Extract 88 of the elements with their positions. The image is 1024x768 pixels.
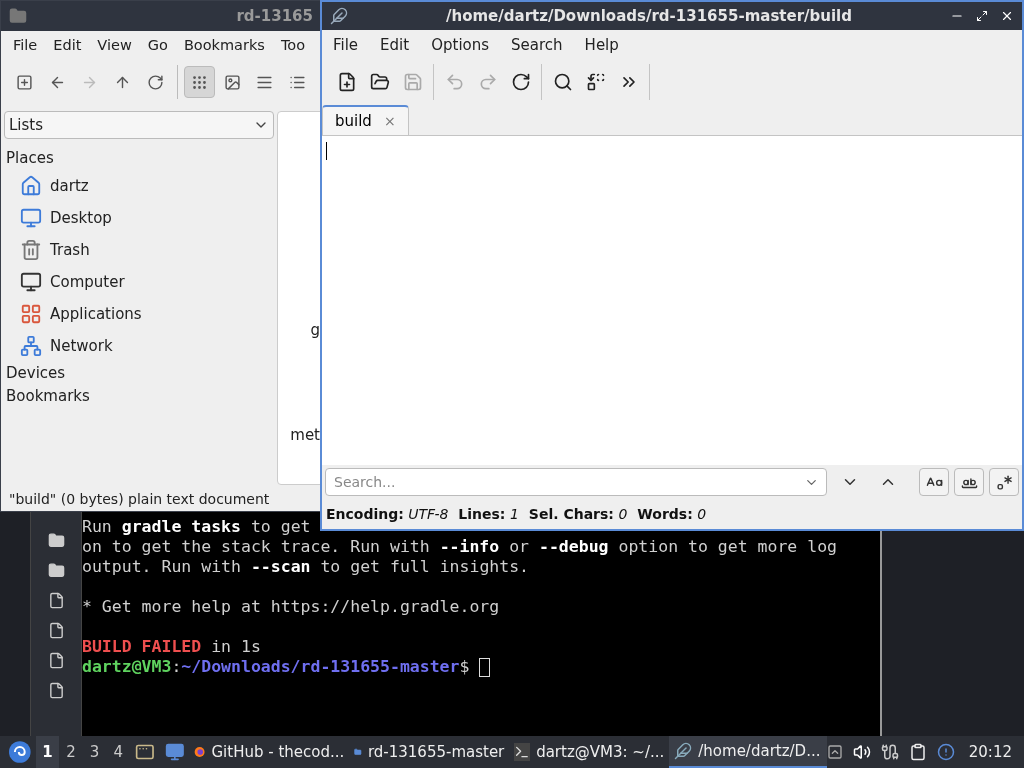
menu-item[interactable]: View [89,35,140,57]
place-item[interactable]: Applications [4,298,274,330]
task-button[interactable]: GitHub - thecod... [189,736,350,768]
maximize-icon[interactable] [976,10,988,22]
whole-word-button[interactable] [954,468,984,496]
file-icon[interactable] [47,682,65,699]
monitor-icon [20,207,42,229]
new-tab-icon [15,73,33,91]
status-field: Words: 0 [637,503,707,525]
terminal-cursor [479,657,491,677]
file-name[interactable]: met [290,423,320,446]
feather-icon [330,7,348,25]
status-field: Sel. Chars: 0 [528,503,628,525]
menu-item[interactable]: File [5,35,46,57]
undo-icon [444,72,465,92]
window-icon[interactable] [134,742,155,762]
folder-icon [369,72,390,92]
regex-button[interactable] [989,468,1019,496]
grid-icon [190,73,208,91]
status-field: Encoding: UTF-8 [326,503,449,525]
save-icon [402,72,423,92]
file-icon[interactable] [47,622,65,639]
section-heading: Bookmarks [5,386,91,407]
file-icon[interactable] [47,592,65,609]
match-case-button[interactable] [919,468,949,496]
workspace-button[interactable]: 1 [35,736,60,768]
reload-icon [147,73,164,91]
reload-icon [510,72,531,92]
menu-item[interactable]: Options [420,33,501,57]
task-button[interactable]: /home/dartz/D... [669,736,827,768]
section-heading: Places [5,148,55,169]
side-pane-dropdown[interactable]: Lists [4,111,274,139]
volume-icon[interactable] [852,743,871,761]
place-item[interactable]: Network [4,330,274,362]
applications-icon [20,303,42,325]
replace-icon [585,72,606,92]
grid-button[interactable] [183,66,215,98]
workspace-button[interactable]: 4 [106,736,130,768]
place-item[interactable]: Computer [4,266,274,298]
place-item[interactable]: dartz [4,170,274,202]
text-cursor [326,142,327,160]
terminal-line: Run gradle tasks to get [82,517,312,537]
menu-item[interactable]: Edit [369,33,421,57]
clipboard-icon[interactable] [908,743,927,761]
home-folder-icon [20,175,42,197]
place-item[interactable]: Desktop [4,202,274,234]
window-title: rd-13165 [236,5,313,27]
section-heading: Devices [5,363,67,384]
folder-icon[interactable] [47,562,65,579]
regex-icon [995,473,1013,491]
clock: 20:12 [968,741,1012,763]
file-icon[interactable] [47,652,65,669]
terminal-line: output. Run with --scan to get full insights. [82,557,531,577]
terminal-line: * Get more help at https://help.gradle.org [82,597,501,617]
menu-item[interactable]: Too [272,35,314,57]
terminal-icon [514,743,531,761]
feather-icon [674,742,693,760]
place-item[interactable]: Trash [4,234,274,266]
close-icon[interactable] [1000,9,1014,23]
image-icon [223,73,241,91]
folder-icon [9,7,27,25]
start-menu-icon[interactable] [8,740,32,764]
workspace-button[interactable]: 3 [82,736,107,768]
file-name[interactable]: g [310,319,320,342]
menu-item[interactable]: Bookmarks [175,35,273,57]
task-button[interactable]: dartz@VM3: ~/... [509,736,670,768]
status-field: Lines: 1 [458,503,519,525]
computer-icon [20,271,42,293]
terminal-line: dartz@VM3:~/Downloads/rd-131655-master$ [82,657,880,677]
search-icon [552,72,573,92]
window-title: /home/dartz/Downloads/rd-131655-master/build [445,5,853,27]
workspace-button[interactable]: 2 [59,736,83,768]
tab-close-button[interactable]: × [383,110,396,132]
menu-item[interactable]: File [322,33,370,57]
menu-item[interactable]: Edit [45,35,90,57]
menu-item[interactable]: Help [573,33,630,57]
menu-item[interactable]: Go [139,35,176,57]
desktop-icon[interactable] [164,742,185,762]
task-button[interactable]: rd-131655-master [349,736,510,768]
terminal-line: on to get the stack trace. Run with --info or --debug option to get more log [82,537,838,557]
trash-icon [20,239,42,261]
search-field[interactable]: Search... [325,468,827,496]
menu-item[interactable]: Search [500,33,574,57]
document-tab[interactable]: build × [322,105,409,135]
folder-icon[interactable] [47,532,65,549]
status-text: "build" (0 bytes) plain text document [9,489,270,509]
notification-icon[interactable] [936,743,955,761]
terminal-line: BUILD FAILED in 1s [82,637,262,657]
